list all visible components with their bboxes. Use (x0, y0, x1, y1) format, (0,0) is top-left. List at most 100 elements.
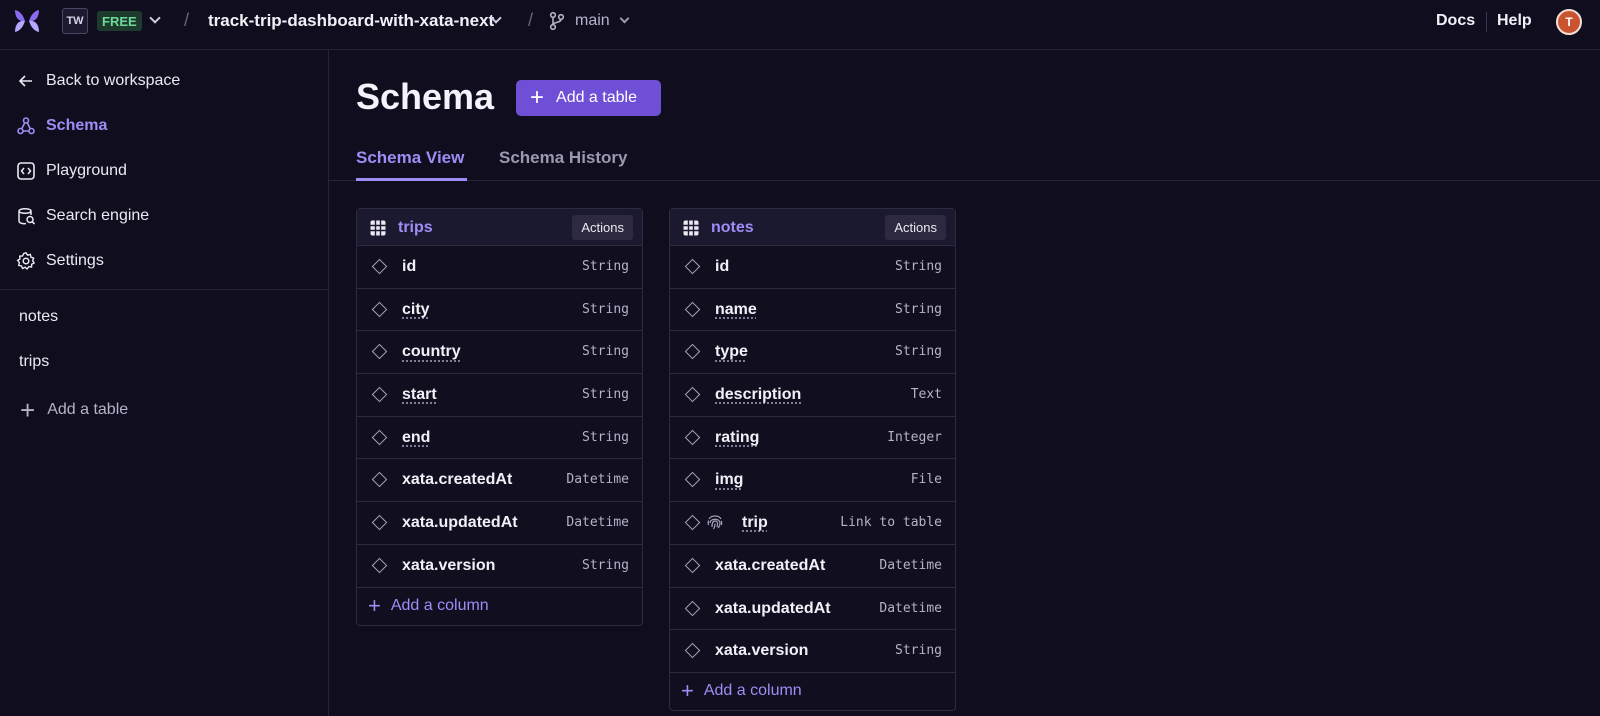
add-column-button[interactable]: + Add a column (357, 588, 642, 625)
column-type: String (582, 557, 629, 573)
add-column-label: Add a column (390, 597, 489, 614)
column-name: xata.version (715, 642, 809, 660)
column-name: xata.version (402, 556, 496, 574)
column-name: xata.updatedAt (402, 514, 518, 532)
column-row[interactable]: city String (357, 289, 642, 332)
chevron-down-icon[interactable] (149, 12, 161, 24)
add-column-label: Add a column (703, 682, 802, 700)
divider (1486, 12, 1487, 32)
column-row[interactable]: img File (670, 459, 955, 503)
sidebar-add-table-button[interactable]: + Add a table (20, 395, 129, 425)
column-row[interactable]: id String (357, 246, 642, 289)
add-table-button-label: Add a table (556, 89, 637, 106)
git-branch-icon (549, 11, 565, 31)
column-row[interactable]: rating Integer (670, 417, 955, 460)
column-row[interactable]: xata.createdAt Datetime (670, 545, 955, 588)
table-actions-button[interactable]: Actions (885, 215, 946, 240)
column-diamond-icon (371, 344, 388, 360)
sidebar-item-label: Playground (46, 162, 127, 179)
column-type: String (895, 301, 942, 317)
column-name: start (402, 386, 437, 404)
column-row[interactable]: trip Link to table (670, 502, 955, 545)
sidebar-table-trips[interactable]: trips (19, 353, 49, 371)
column-name: type (715, 343, 748, 361)
back-label: Back to workspace (46, 72, 181, 89)
column-row[interactable]: xata.createdAt Datetime (357, 459, 642, 503)
column-row[interactable]: xata.updatedAt Datetime (357, 502, 642, 545)
plus-icon: + (20, 395, 36, 425)
sidebar-item-label: Settings (46, 252, 104, 269)
page-title: Schema (356, 76, 495, 117)
sidebar-item-search-engine[interactable]: Search engine (16, 206, 149, 226)
column-diamond-icon (684, 472, 701, 488)
column-type: String (582, 429, 629, 445)
column-diamond-icon (371, 514, 388, 531)
column-diamond-icon (684, 600, 701, 616)
column-type: String (895, 643, 942, 659)
column-name: xata.createdAt (715, 556, 826, 574)
xata-logo-icon[interactable] (14, 8, 40, 34)
column-type: String (582, 344, 629, 360)
column-diamond-icon (371, 557, 388, 574)
column-row[interactable]: xata.updatedAt Datetime (670, 588, 955, 631)
chevron-down-icon[interactable] (619, 13, 630, 24)
column-diamond-icon (684, 301, 701, 317)
column-type: String (582, 387, 629, 403)
table-card-notes: notes Actions id String name String type St… (669, 208, 956, 711)
column-row[interactable]: start String (357, 374, 642, 417)
column-name: description (715, 386, 802, 404)
column-type: Datetime (879, 557, 942, 573)
table-card-trips: trips Actions id String city String countr… (356, 208, 643, 626)
help-link[interactable]: Help (1497, 12, 1532, 30)
plus-icon: + (681, 678, 694, 704)
table-name[interactable]: trips (398, 219, 433, 237)
add-table-button[interactable]: + Add a table (516, 80, 661, 116)
schema-icon (17, 117, 35, 135)
docs-link[interactable]: Docs (1436, 12, 1475, 30)
column-row[interactable]: type String (670, 331, 955, 375)
column-diamond-icon (371, 258, 388, 275)
column-row[interactable]: name String (670, 289, 955, 332)
sidebar-item-schema[interactable]: Schema (16, 116, 107, 136)
column-row[interactable]: country String (357, 331, 642, 375)
column-diamond-icon (371, 386, 388, 403)
tab-schema-view[interactable]: Schema View (356, 148, 464, 168)
column-row[interactable]: id String (670, 246, 955, 289)
branch-selector[interactable]: main (575, 12, 610, 30)
column-row[interactable]: description Text (670, 374, 955, 417)
column-type: Datetime (879, 600, 942, 616)
column-name: country (402, 343, 461, 361)
table-grid-icon (370, 220, 386, 236)
top-bar: TW FREE / track-trip-dashboard-with-xata… (0, 0, 1600, 50)
table-name[interactable]: notes (711, 219, 754, 237)
fingerprint-icon (707, 515, 723, 530)
column-diamond-icon (684, 386, 701, 403)
plus-icon: + (530, 84, 545, 111)
sidebar-item-settings[interactable]: Settings (16, 251, 104, 271)
column-diamond-icon (371, 472, 388, 488)
column-type: Link to table (840, 515, 942, 531)
column-name: city (402, 300, 430, 318)
column-row[interactable]: end String (357, 417, 642, 460)
plan-badge: FREE (97, 11, 142, 31)
sidebar-table-notes[interactable]: notes (19, 308, 58, 326)
column-row[interactable]: xata.version String (357, 545, 642, 588)
sidebar-item-label: Search engine (46, 207, 150, 224)
table-actions-button[interactable]: Actions (572, 215, 633, 240)
column-name: end (402, 428, 431, 446)
add-table-label: Add a table (47, 401, 129, 418)
workspace-badge[interactable]: TW (62, 8, 88, 34)
column-type: Integer (887, 429, 942, 445)
sidebar-item-label: Schema (46, 117, 108, 134)
back-to-workspace-link[interactable]: Back to workspace (16, 71, 180, 91)
column-name: xata.updatedAt (715, 599, 831, 617)
column-name: trip (742, 514, 768, 532)
tab-schema-history[interactable]: Schema History (499, 148, 628, 168)
sidebar-item-playground[interactable]: Playground (16, 161, 127, 181)
column-name: name (715, 300, 757, 318)
code-icon (17, 162, 35, 180)
avatar[interactable]: T (1556, 9, 1582, 35)
add-column-button[interactable]: + Add a column (670, 673, 955, 710)
column-row[interactable]: xata.version String (670, 630, 955, 673)
database-selector[interactable]: track-trip-dashboard-with-xata-next (208, 11, 494, 31)
